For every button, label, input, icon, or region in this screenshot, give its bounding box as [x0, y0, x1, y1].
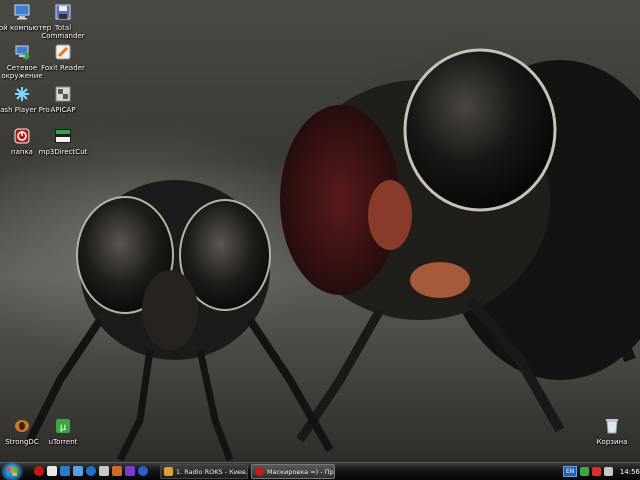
volume-icon[interactable]	[603, 467, 613, 476]
media-player-icon[interactable]	[112, 466, 122, 476]
clock[interactable]: 14:56	[620, 468, 640, 476]
desktop-icon-foxit-reader[interactable]: Foxit Reader	[33, 42, 93, 72]
start-button[interactable]	[3, 464, 21, 480]
foxit-reader-icon	[53, 42, 73, 62]
quick-launch-bar	[34, 466, 148, 478]
desktop-icon-utorrent[interactable]: µ uTorrent	[33, 416, 93, 446]
system-tray: EN 14:56	[560, 463, 640, 480]
opera-icon	[255, 467, 264, 476]
mp3-cut-icon	[53, 126, 73, 146]
apicap-icon	[53, 84, 73, 104]
strongdc-icon	[12, 416, 32, 436]
desktop-wallpaper	[0, 0, 640, 462]
power-folder-icon	[12, 126, 32, 146]
svg-text:µ: µ	[60, 422, 67, 433]
opera-icon[interactable]	[34, 466, 44, 476]
show-desktop-icon[interactable]	[60, 466, 70, 476]
desktop-icon-label: mp3DirectCut	[38, 148, 88, 156]
switch-windows-icon[interactable]	[73, 466, 83, 476]
desktop-icon-recycle-bin[interactable]: Корзина	[582, 416, 640, 446]
recycle-bin-icon	[602, 416, 622, 436]
wallpaper-art	[26, 48, 640, 462]
desktop-icon-total-commander[interactable]: Total Commander	[33, 2, 93, 40]
taskbar-button-opera[interactable]: Маскировка =) - Пр...	[251, 464, 335, 479]
desktop-icon-mp3directcut[interactable]: mp3DirectCut	[33, 126, 93, 156]
app-icon[interactable]	[125, 466, 135, 476]
desktop-icon-label: Total Commander	[41, 24, 85, 40]
taskbar-button-winamp[interactable]: 1. Radio ROKS - Киев...	[160, 464, 248, 479]
utorrent-icon: µ	[53, 416, 73, 436]
desktop-icon-label: APICAP	[50, 106, 76, 114]
explorer-icon[interactable]	[99, 466, 109, 476]
taskbar-button-label: 1. Radio ROKS - Киев...	[176, 467, 248, 476]
desktop-icon-label: Корзина	[596, 438, 628, 446]
network-status-icon[interactable]	[580, 467, 590, 476]
desktop-icon-apicap[interactable]: APICAP	[33, 84, 93, 114]
network-icon	[12, 42, 32, 62]
windows-logo-icon	[7, 468, 17, 476]
notepad-icon[interactable]	[47, 466, 57, 476]
desktop-icon-label: uTorrent	[48, 438, 78, 446]
taskbar: 1. Radio ROKS - Киев... Маскировка =) - …	[0, 462, 640, 480]
computer-icon	[12, 2, 32, 22]
snowflake-icon	[12, 84, 32, 104]
floppy-disk-icon	[53, 2, 73, 22]
internet-explorer-icon[interactable]	[86, 466, 96, 476]
antivirus-icon[interactable]	[592, 467, 601, 476]
messenger-icon[interactable]	[138, 466, 148, 476]
taskbar-button-label: Маскировка =) - Пр...	[267, 467, 335, 476]
language-indicator[interactable]: EN	[563, 466, 578, 477]
winamp-icon	[164, 467, 173, 476]
desktop-icon-label: Foxit Reader	[41, 64, 85, 72]
